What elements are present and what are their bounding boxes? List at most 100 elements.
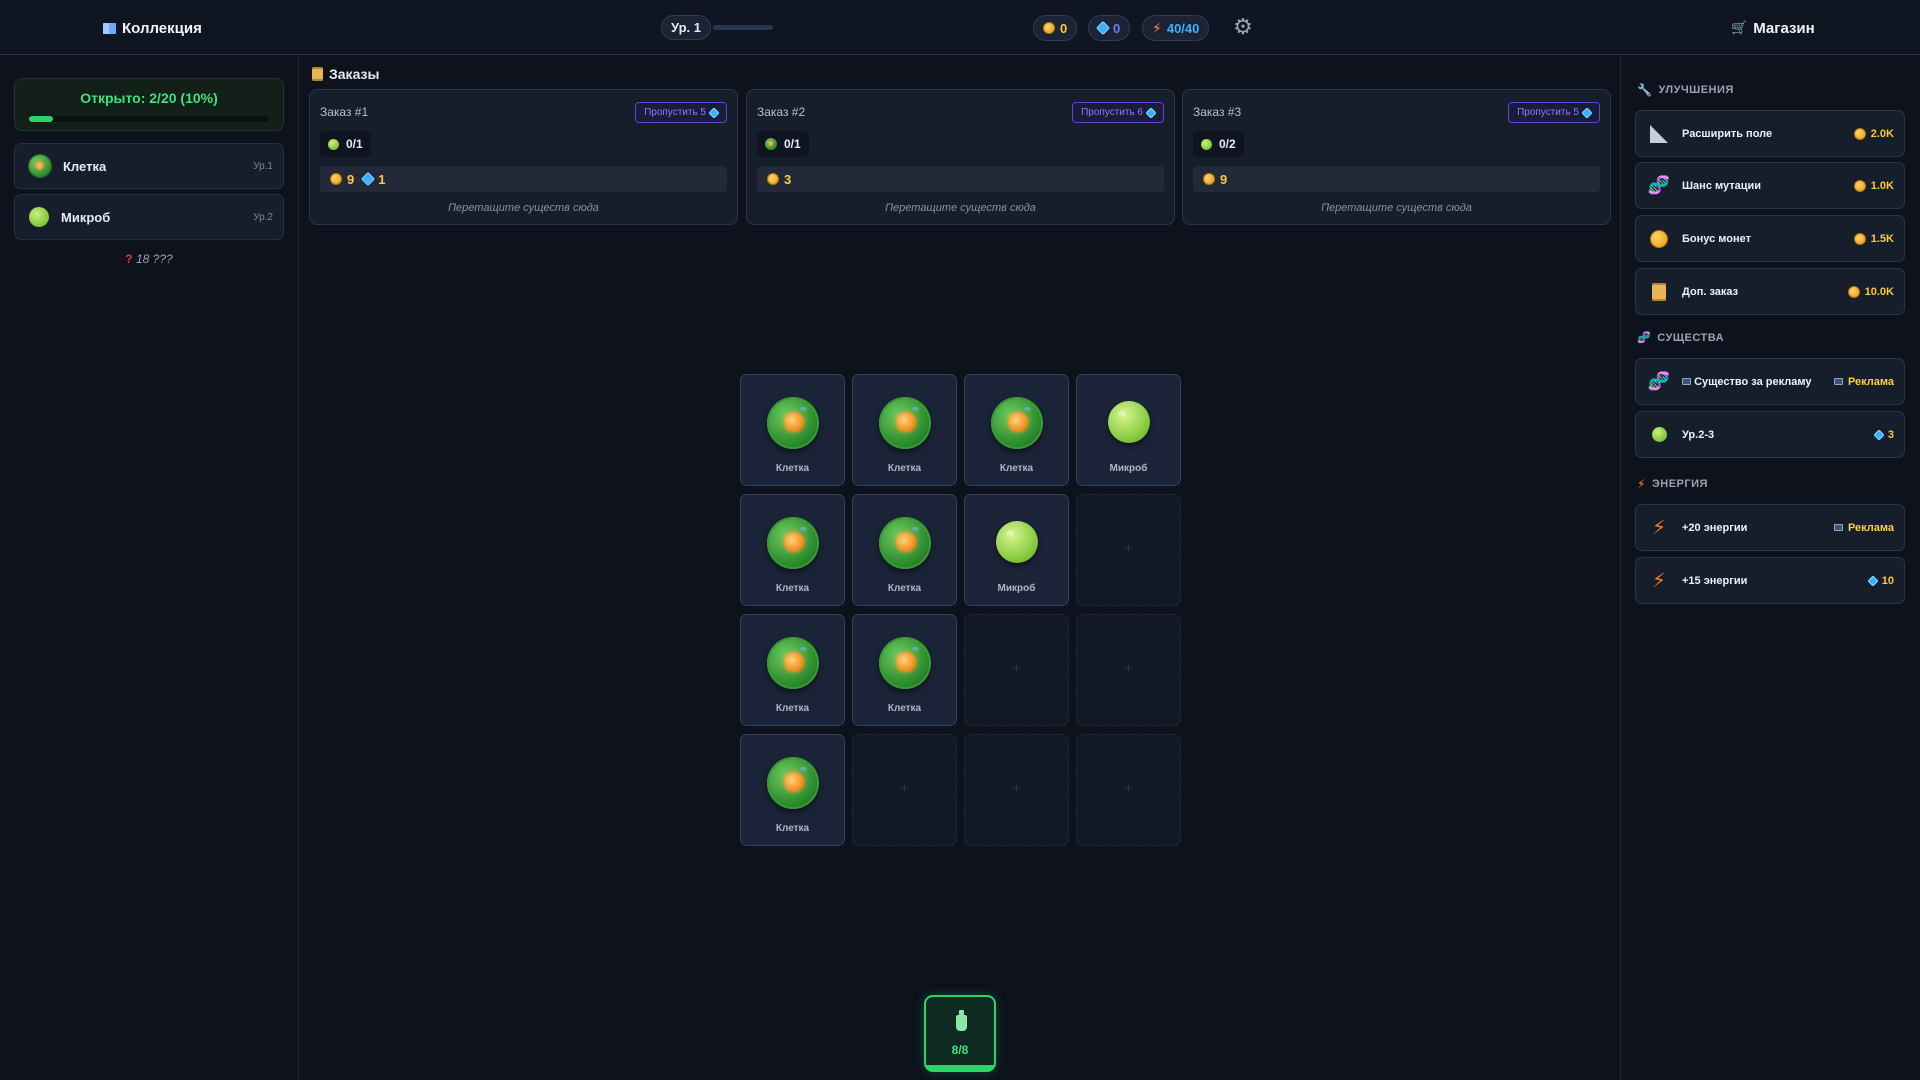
skip-order-button[interactable]: Пропустить 6 (1072, 102, 1164, 123)
reward-coins: 3 (784, 171, 792, 187)
gem-icon (1873, 428, 1885, 441)
cell-creature-icon (29, 155, 51, 177)
upgrade-price: 10.0K (1864, 285, 1894, 298)
board-slot-cell[interactable]: Клетка (740, 494, 845, 606)
energy-section-title: ⚡ ЭНЕРГИЯ (1637, 477, 1708, 491)
coin-icon (767, 173, 779, 185)
board-slot-cell[interactable]: Клетка (740, 374, 845, 486)
order-reward: 9 (1193, 166, 1600, 192)
board-slot-empty[interactable]: + (1076, 734, 1181, 846)
dna-icon: 🧬 (1647, 371, 1671, 391)
order-card-2[interactable]: Заказ #2 Пропустить 6 0/1 3 Перетащите с… (746, 89, 1175, 225)
board-slot-cell[interactable]: Клетка (964, 374, 1069, 486)
skip-order-button[interactable]: Пропустить 5 (1508, 102, 1600, 123)
collection-item-microbe[interactable]: Микроб Ур.2 (14, 194, 284, 240)
collection-item-cell[interactable]: Клетка Ур.1 (14, 143, 284, 189)
upgrade-extra-order[interactable]: Доп. заказ 10.0K (1635, 268, 1905, 315)
creature-label: Клетка (999, 463, 1034, 474)
board-slot-microbe[interactable]: Микроб (1076, 374, 1181, 486)
order-card-3[interactable]: Заказ #3 Пропустить 5 0/2 9 Перетащите с… (1182, 89, 1611, 225)
upgrade-price: 1.0K (1870, 179, 1894, 192)
coin-icon (1853, 232, 1866, 245)
cell-creature-icon (990, 397, 1043, 449)
plus-icon: + (1124, 779, 1133, 795)
shop-button[interactable]: 🛒 Магазин (1731, 16, 1815, 40)
gear-icon[interactable]: ⚙ (1231, 15, 1255, 39)
board-slot-empty[interactable]: + (964, 614, 1069, 726)
creature-buy-level[interactable]: Ур.2-3 3 (1635, 411, 1905, 458)
drop-hint: Перетащите существ сюда (885, 202, 1036, 214)
upgrade-name: Расширить поле (1682, 127, 1773, 140)
orders-title: Заказы (329, 66, 380, 82)
gems-value: 0 (1113, 20, 1121, 36)
cell-creature-icon (878, 637, 931, 689)
board-slot-empty[interactable]: + (1076, 494, 1181, 606)
upgrade-price: 2.0K (1870, 127, 1894, 140)
orders-header: Заказы (312, 66, 379, 82)
creature-label: Клетка (887, 703, 922, 714)
requirement-progress: 0/2 (1219, 137, 1236, 151)
collection-label: Коллекция (122, 19, 202, 37)
plus-icon: + (900, 779, 909, 795)
cell-creature-icon (878, 517, 931, 569)
skip-order-button[interactable]: Пропустить 5 (635, 102, 727, 123)
order-card-1[interactable]: Заказ #1 Пропустить 5 0/1 9 1 Перетащите… (309, 89, 738, 225)
collection-item-level: Ур.1 (253, 160, 273, 172)
creatures-section-title: 🧬 СУЩЕСТВА (1637, 331, 1724, 345)
creature-label: Микроб (997, 583, 1036, 594)
board-slot-empty[interactable]: + (852, 734, 957, 846)
energy-counter: ⚡ 40/40 (1142, 15, 1210, 41)
lightning-icon: ⚡ (1152, 19, 1162, 36)
upgrade-coin-bonus[interactable]: Бонус монет 1.5K (1635, 215, 1905, 262)
board-slot-cell[interactable]: Клетка (740, 734, 845, 846)
upgrade-expand-field[interactable]: Расширить поле 2.0K (1635, 110, 1905, 157)
order-title: Заказ #2 (757, 105, 806, 119)
coin-icon (1853, 179, 1866, 192)
ruler-icon (1650, 124, 1668, 143)
scroll-icon (1652, 282, 1666, 301)
gem-icon (1095, 20, 1111, 36)
plus-icon: + (1124, 659, 1133, 675)
upgrade-mutation-chance[interactable]: 🧬 Шанс мутации 1.0K (1635, 162, 1905, 209)
coin-icon (330, 173, 342, 185)
skip-label: Пропустить 6 (1081, 107, 1143, 118)
tv-icon (1833, 378, 1843, 385)
board-slot-cell[interactable]: Клетка (852, 374, 957, 486)
collection-progress-track (29, 116, 269, 122)
shop-label: Магазин (1753, 19, 1815, 37)
collection-button[interactable]: Коллекция (103, 16, 202, 40)
board-slot-empty[interactable]: + (1076, 614, 1181, 726)
microbe-creature-icon (328, 138, 339, 150)
creature-label: Клетка (775, 823, 810, 834)
energy-buy[interactable]: ⚡ +15 энергии 10 (1635, 557, 1905, 604)
energy-for-ad[interactable]: ⚡ +20 энергии Реклама (1635, 504, 1905, 551)
order-requirement: 0/1 (320, 131, 371, 157)
spawn-charge-bar (926, 1065, 994, 1070)
plus-icon: + (1012, 779, 1021, 795)
cell-creature-icon (766, 397, 819, 449)
creature-label: Клетка (775, 703, 810, 714)
dna-icon: 🧬 (1647, 175, 1671, 195)
board-slot-microbe[interactable]: Микроб (964, 494, 1069, 606)
board-slot-cell[interactable]: Клетка (740, 614, 845, 726)
energy-buy-name: +15 энергии (1682, 574, 1748, 587)
spawn-creature-button[interactable]: 8/8 (924, 995, 996, 1072)
requirement-progress: 0/1 (784, 137, 801, 151)
board-slot-cell[interactable]: Клетка (852, 494, 957, 606)
board-slot-cell[interactable]: Клетка (852, 614, 957, 726)
collection-item-name: Микроб (61, 209, 111, 225)
creature-for-ad[interactable]: 🧬 Существо за рекламу Реклама (1635, 358, 1905, 405)
order-title: Заказ #1 (320, 105, 369, 119)
lightning-icon: ⚡ (1651, 570, 1667, 592)
upgrades-section-title: 🔧 УЛУЧШЕНИЯ (1637, 83, 1734, 97)
reward-gems: 1 (378, 171, 386, 187)
creature-ad-label: Существо за рекламу (1694, 375, 1812, 388)
xp-bar (713, 25, 773, 30)
creature-label: Микроб (1109, 463, 1148, 474)
flask-icon (956, 1010, 967, 1031)
board-slot-empty[interactable]: + (964, 734, 1069, 846)
creature-buy-name: Ур.2-3 (1682, 428, 1715, 441)
ad-price: Реклама (1847, 521, 1894, 534)
energy-buy-price: 10 (1881, 574, 1894, 587)
cell-creature-icon (878, 397, 931, 449)
